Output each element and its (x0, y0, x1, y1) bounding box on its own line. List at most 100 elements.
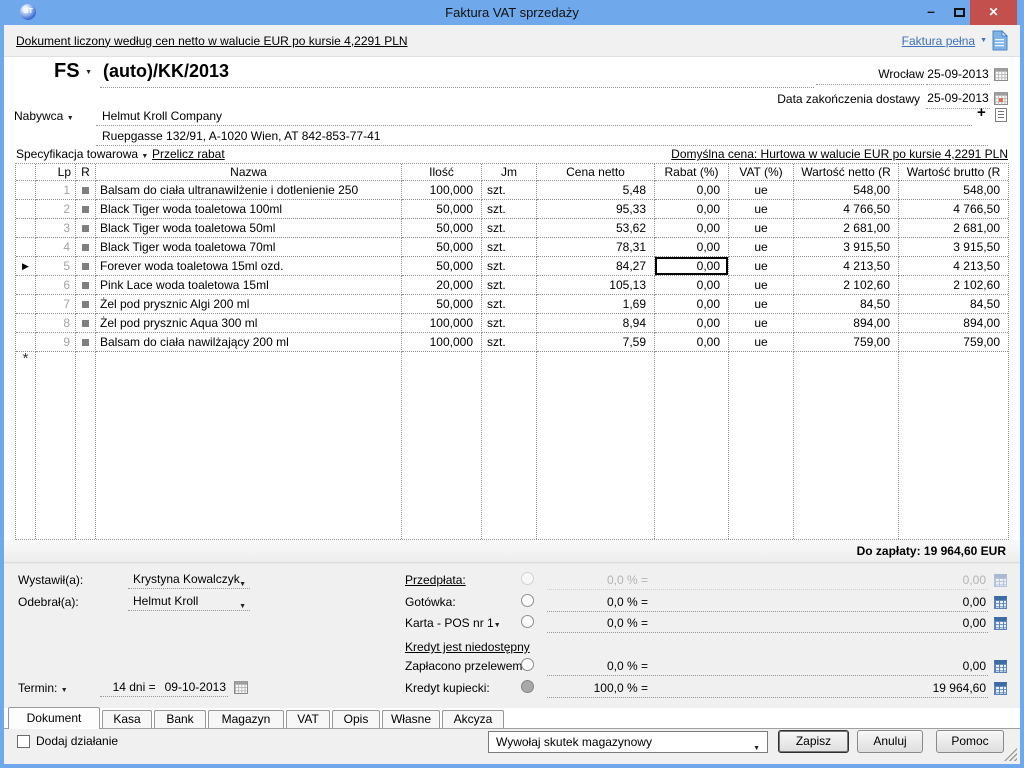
merchant-credit-amount[interactable]: 19 964,60 (933, 679, 986, 698)
merchant-credit-percent[interactable]: 100,0 % = (547, 679, 648, 698)
transfer-percent[interactable]: 0,0 % = (547, 657, 648, 676)
cell-name[interactable]: Pink Lace woda toaletowa 15ml (96, 276, 402, 295)
cell-unit[interactable]: szt. (482, 314, 537, 333)
card-selector[interactable]: Karta - POS nr 1▼ (405, 614, 501, 633)
received-by-combo[interactable]: Helmut Kroll▼ (128, 592, 250, 611)
cell-price[interactable]: 84,27 (537, 257, 655, 276)
cell-discount[interactable]: 0,00 (655, 276, 729, 295)
issued-by-combo[interactable]: Krystyna Kowalczyk▼ (128, 570, 250, 589)
tab-dokument[interactable]: Dokument (8, 707, 100, 729)
row-selector[interactable] (16, 219, 36, 238)
calculator-icon[interactable] (994, 617, 1007, 630)
pricing-info-link[interactable]: Dokument liczony według cen netto w walu… (16, 34, 408, 48)
row-selector[interactable] (16, 200, 36, 219)
term-selector[interactable]: Termin: ▼ (18, 679, 68, 700)
cell-qty[interactable]: 50,000 (402, 295, 482, 314)
resize-grip[interactable] (1004, 748, 1017, 761)
cell-unit[interactable]: szt. (482, 200, 537, 219)
buyer-selector[interactable]: Nabywca ▼ (14, 109, 74, 123)
cell-vat[interactable]: ue (729, 333, 794, 352)
doc-number-field[interactable]: (auto)/KK/2013 (103, 61, 229, 82)
cell-qty[interactable]: 100,000 (402, 314, 482, 333)
issue-date-field[interactable]: 25-09-2013 (926, 64, 990, 85)
cell-gross[interactable]: 759,00 (899, 333, 1008, 352)
cell-name[interactable]: Żel pod prysznic Algi 200 ml (96, 295, 402, 314)
buyer-name-field[interactable]: Helmut Kroll Company (96, 107, 972, 126)
tab-bank[interactable]: Bank (154, 710, 206, 728)
cell-discount[interactable]: 0,00 (655, 295, 729, 314)
prepayment-percent[interactable]: 0,0 % = (547, 571, 648, 590)
cell-unit[interactable]: szt. (482, 333, 537, 352)
cell-name[interactable]: Balsam do ciała nawilżający 200 ml (96, 333, 402, 352)
cell-vat[interactable]: ue (729, 219, 794, 238)
document-icon[interactable] (992, 30, 1008, 51)
cell-name[interactable]: Black Tiger woda toaletowa 70ml (96, 238, 402, 257)
cash-percent[interactable]: 0,0 % = (547, 593, 648, 612)
cell-net[interactable]: 2 102,60 (794, 276, 899, 295)
row-selector[interactable] (16, 181, 36, 200)
add-action-checkbox[interactable] (17, 735, 30, 748)
calculator-icon[interactable] (994, 660, 1007, 673)
new-row-marker[interactable]: * (16, 352, 36, 539)
calculator-icon[interactable] (994, 574, 1007, 587)
cell-gross[interactable]: 548,00 (899, 181, 1008, 200)
cell-qty[interactable]: 100,000 (402, 333, 482, 352)
cell-qty[interactable]: 20,000 (402, 276, 482, 295)
cell-name[interactable]: Black Tiger woda toaletowa 100ml (96, 200, 402, 219)
cell-qty[interactable]: 50,000 (402, 257, 482, 276)
invoice-type-link[interactable]: Faktura pełna (902, 34, 975, 48)
buyer-address-field[interactable]: Ruepgasse 132/91, A-1020 Wien, AT 842-85… (96, 128, 988, 146)
cell-discount[interactable]: 0,00 (655, 181, 729, 200)
buyer-list-icon[interactable] (995, 108, 1007, 122)
help-button[interactable]: Pomoc (936, 730, 1004, 753)
tab-wlasne[interactable]: Własne (382, 710, 440, 728)
cell-vat[interactable]: ue (729, 200, 794, 219)
row-selector[interactable] (16, 276, 36, 295)
cell-net[interactable]: 4 213,50 (794, 257, 899, 276)
recalc-discount-link[interactable]: Przelicz rabat (152, 146, 225, 163)
cell-vat[interactable]: ue (729, 257, 794, 276)
cell-vat[interactable]: ue (729, 181, 794, 200)
transfer-amount[interactable]: 0,00 (963, 657, 986, 676)
calendar-icon[interactable] (234, 681, 248, 694)
cell-price[interactable]: 1,69 (537, 295, 655, 314)
cell-vat[interactable]: ue (729, 276, 794, 295)
tab-akcyza[interactable]: Akcyza (442, 710, 504, 728)
card-radio[interactable] (521, 615, 534, 628)
cell-qty[interactable]: 50,000 (402, 219, 482, 238)
cell-unit[interactable]: szt. (482, 276, 537, 295)
cell-name[interactable]: Żel pod prysznic Aqua 300 ml (96, 314, 402, 333)
cell-qty[interactable]: 50,000 (402, 200, 482, 219)
cell-name[interactable]: Balsam do ciała ultranawilżenie i dotlen… (96, 181, 402, 200)
cell-price[interactable]: 105,13 (537, 276, 655, 295)
prepayment-amount[interactable]: 0,00 (963, 571, 986, 590)
cell-price[interactable]: 95,33 (537, 200, 655, 219)
cell-price[interactable]: 8,94 (537, 314, 655, 333)
cash-radio[interactable] (521, 594, 534, 607)
tab-vat[interactable]: VAT (286, 710, 330, 728)
tab-kasa[interactable]: Kasa (102, 710, 152, 728)
minimize-button[interactable]: – (918, 0, 944, 25)
cell-discount[interactable]: 0,00 (655, 314, 729, 333)
cell-net[interactable]: 4 766,50 (794, 200, 899, 219)
cell-qty[interactable]: 100,000 (402, 181, 482, 200)
add-buyer-button[interactable]: + (977, 104, 986, 121)
cell-qty[interactable]: 50,000 (402, 238, 482, 257)
default-price-link[interactable]: Domyślna cena: Hurtowa w walucie EUR po … (671, 146, 1008, 163)
city-field[interactable]: Wrocław (816, 64, 924, 85)
cell-unit[interactable]: szt. (482, 295, 537, 314)
cell-discount[interactable]: 0,00 (655, 219, 729, 238)
cell-unit[interactable]: szt. (482, 219, 537, 238)
save-button[interactable]: Zapisz (778, 730, 849, 753)
row-selector[interactable] (16, 238, 36, 257)
doc-type-selector[interactable]: FS ▼ (54, 60, 92, 83)
cell-vat[interactable]: ue (729, 295, 794, 314)
cell-gross[interactable]: 3 915,50 (899, 238, 1008, 257)
row-selector[interactable] (16, 295, 36, 314)
cell-gross[interactable]: 84,50 (899, 295, 1008, 314)
cell-discount[interactable]: 0,00 (655, 238, 729, 257)
credit-unavailable-link[interactable]: Kredyt jest niedostępny (405, 638, 530, 657)
cell-gross[interactable]: 4 213,50 (899, 257, 1008, 276)
prepayment-radio[interactable] (521, 572, 534, 585)
calendar-icon[interactable] (994, 68, 1008, 81)
